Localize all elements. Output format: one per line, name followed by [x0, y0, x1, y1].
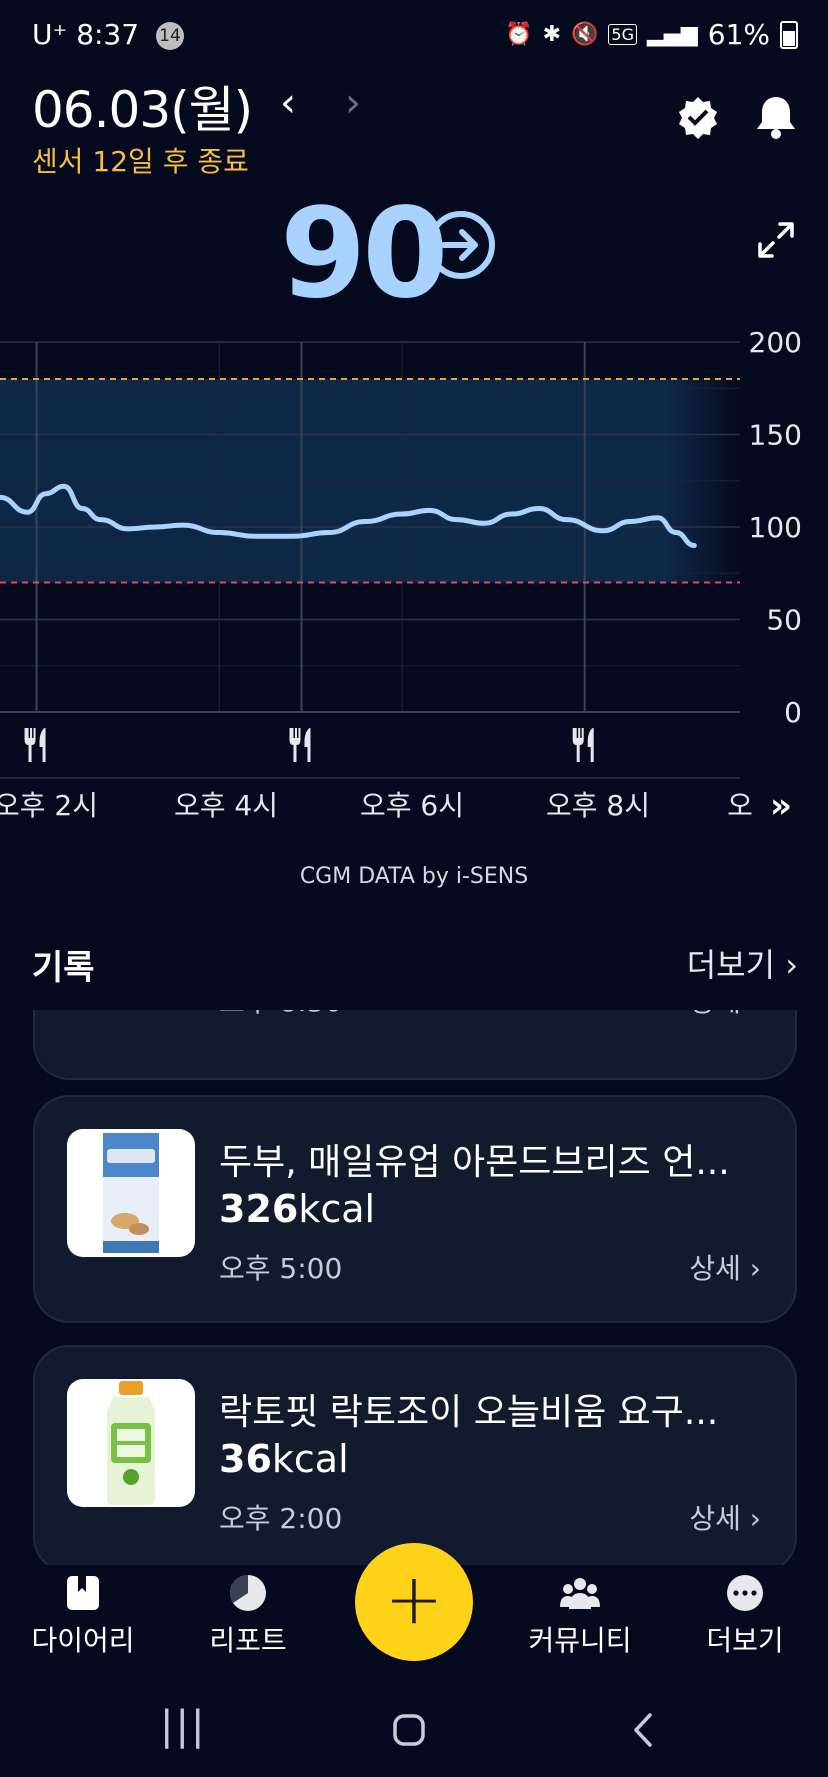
previous-day-button[interactable]: ‹ — [280, 80, 296, 126]
x-tick-label: 오후 2시 — [0, 789, 98, 822]
record-card[interactable]: 락토핏 락토조이 오늘비움 요구... 36kcal 오후 2:00 상세 › — [33, 1345, 797, 1570]
mute-icon: 🔇 — [571, 22, 599, 47]
bluetooth-icon: ✱ — [542, 22, 562, 47]
record-detail-button[interactable]: 상세 › — [689, 1497, 761, 1537]
y-tick-label: 0 — [784, 696, 802, 729]
calorie-number: 36 — [219, 1437, 272, 1481]
y-tick-label: 100 — [749, 511, 802, 544]
food-calories: 326kcal — [219, 1187, 375, 1231]
meal-marker-icon[interactable] — [289, 728, 311, 762]
battery-icon — [780, 20, 798, 49]
nav-community[interactable]: 커뮤니티 — [505, 1573, 655, 1659]
nav-label: 리포트 — [209, 1624, 287, 1657]
records-more-link[interactable]: 더보기 › — [687, 940, 798, 986]
food-name: 락토핏 락토조이 오늘비움 요구... — [219, 1392, 719, 1433]
carrier-label: U⁺ — [32, 18, 68, 51]
nav-report[interactable]: 리포트 — [173, 1573, 323, 1659]
calorie-unit: kcal — [271, 1437, 349, 1481]
nav-label: 더보기 — [706, 1624, 784, 1657]
notification-bell-icon[interactable] — [754, 93, 798, 141]
scroll-forward-icon[interactable]: » — [770, 786, 792, 826]
food-thumbnail — [67, 1379, 195, 1507]
network-type: 5G — [608, 24, 637, 45]
back-icon[interactable] — [630, 1711, 656, 1749]
more-icon — [727, 1575, 763, 1611]
calorie-unit: kcal — [298, 1187, 376, 1231]
current-date: 06.03(월) — [32, 81, 253, 139]
food-calories: 36kcal — [219, 1437, 349, 1481]
x-tick-label: 오후 6시 — [360, 789, 464, 822]
meal-marker-icon[interactable] — [24, 728, 46, 762]
alarm-icon: ⏰ — [505, 22, 533, 47]
x-tick-label: 오 — [727, 789, 753, 822]
trend-arrow-icon — [427, 211, 495, 279]
nav-diary[interactable]: 다이어리 — [8, 1573, 158, 1659]
calorie-number: 326 — [219, 1187, 299, 1231]
next-day-button[interactable]: › — [345, 80, 361, 126]
system-navigation-bar: ||| — [0, 1685, 828, 1777]
meal-marker-icon[interactable] — [572, 728, 594, 762]
report-icon — [229, 1575, 266, 1611]
record-time: 오후 8:30 — [219, 1010, 342, 1020]
diary-icon — [67, 1576, 99, 1610]
expand-chart-icon[interactable] — [756, 220, 796, 260]
nav-more[interactable]: 더보기 — [670, 1573, 820, 1659]
recent-apps-icon[interactable]: ||| — [160, 1703, 206, 1749]
cgm-credit: CGM DATA by i-SENS — [299, 864, 529, 889]
home-icon[interactable] — [392, 1713, 426, 1747]
food-name: 두부, 매일유업 아몬드브리즈 언... — [219, 1142, 730, 1183]
nav-label: 다이어리 — [31, 1624, 135, 1657]
status-bar: U⁺ 8:37 14 ⏰ ✱ 🔇 5G ▂▄▆ 61% — [0, 0, 828, 70]
records-list: 오후 8:30 상세 › 두부, 매일유업 아몬드브리즈 언... 326kca… — [0, 1010, 828, 1570]
x-tick-label: 오후 4시 — [174, 789, 278, 822]
status-time: 8:37 — [76, 18, 140, 51]
x-tick-label: 오후 8시 — [546, 789, 650, 822]
status-right: ⏰ ✱ 🔇 5G ▂▄▆ 61% — [505, 18, 798, 51]
record-time: 오후 5:00 — [219, 1252, 343, 1285]
community-icon — [560, 1578, 600, 1609]
record-detail-button[interactable]: 상세 › — [689, 1247, 761, 1287]
y-tick-label: 150 — [749, 419, 802, 452]
record-card[interactable]: 두부, 매일유업 아몬드브리즈 언... 326kcal 오후 5:00 상세 … — [33, 1095, 797, 1323]
battery-percent: 61% — [707, 18, 770, 51]
record-detail-button[interactable]: 상세 › — [689, 1010, 761, 1020]
yogurt-bottle-image — [107, 1381, 155, 1505]
nav-label: 커뮤니티 — [528, 1624, 632, 1657]
status-left: U⁺ 8:37 14 — [32, 18, 184, 51]
y-tick-label: 200 — [749, 330, 802, 359]
add-record-button[interactable]: + — [355, 1543, 473, 1661]
glucose-value: 90 — [280, 182, 449, 326]
records-title: 기록 — [32, 948, 95, 988]
almond-breeze-carton-image — [103, 1133, 159, 1253]
verified-badge-icon[interactable] — [676, 95, 720, 139]
record-card-partial[interactable]: 오후 8:30 상세 › — [33, 1010, 797, 1080]
signal-icon: ▂▄▆ — [647, 22, 698, 47]
food-thumbnail — [67, 1129, 195, 1257]
record-time: 오후 2:00 — [219, 1502, 343, 1535]
y-tick-label: 50 — [766, 604, 802, 637]
sensor-status: 센서 12일 후 종료 — [32, 145, 249, 178]
glucose-chart[interactable]: 200 150 100 50 0 오후 2시 오후 4시 오후 6시 오후 8시 오 » — [0, 330, 828, 840]
notification-count-badge: 14 — [155, 22, 184, 50]
